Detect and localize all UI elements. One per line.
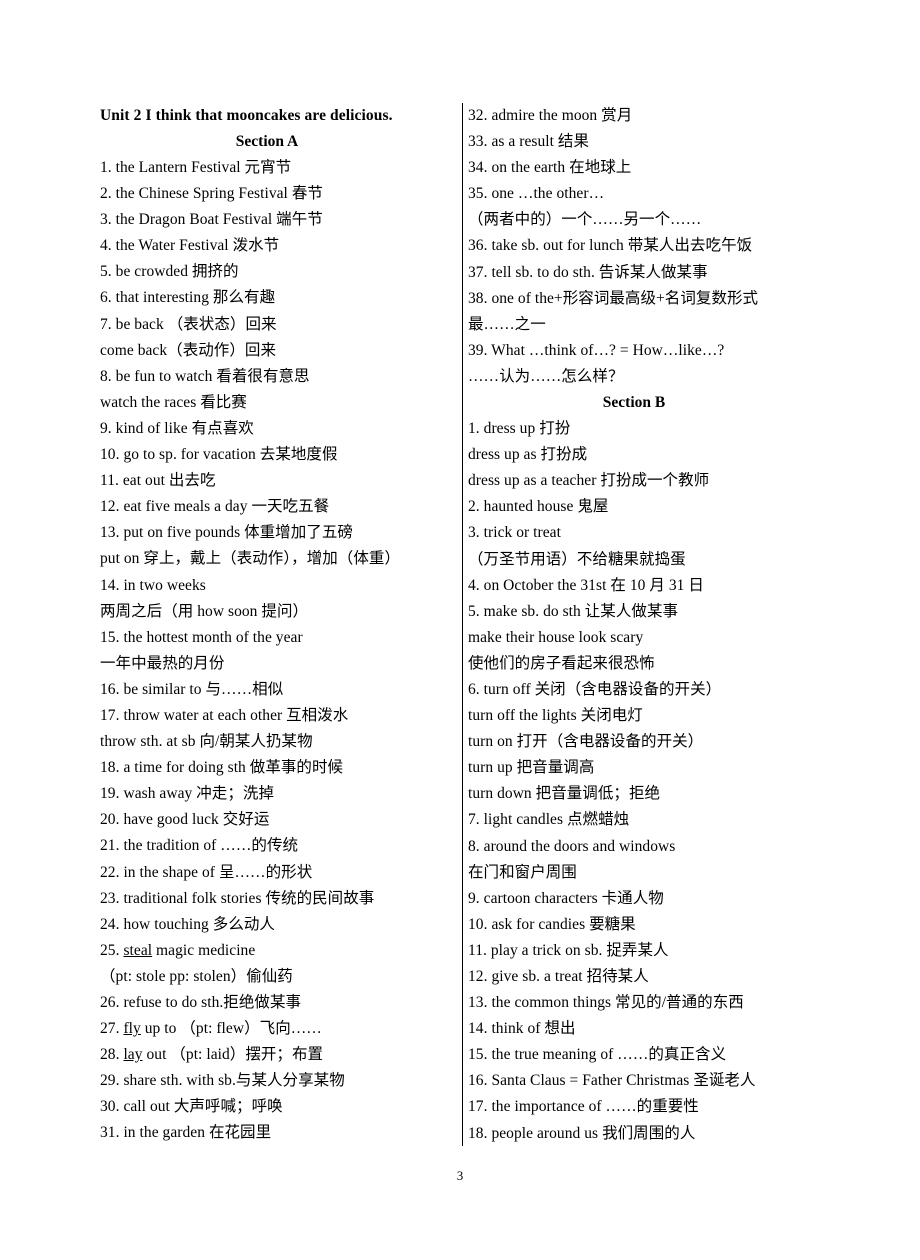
vocab-entry: 32. admire the moon 赏月 (468, 107, 633, 124)
vocab-entry: 28. lay out （pt: laid）摆开；布置 (100, 1046, 324, 1064)
vocab-entry: 1. the Lantern Festival 元宵节 (100, 159, 292, 176)
vocab-entry: 5. be crowded 拥挤的 (100, 263, 239, 281)
vocab-entry: （pt: stole pp: stolen）偷仙药 (100, 967, 293, 985)
vocab-entry: 15. the true meaning of ……的真正含义 (468, 1046, 727, 1064)
vocab-entry: watch the races 看比赛 (100, 393, 247, 411)
vocab-entry: （万圣节用语）不给糖果就捣蛋 (468, 550, 686, 568)
vocab-entry: dress up as 打扮成 (468, 446, 588, 464)
unit-title: Unit 2 I think that mooncakes are delici… (100, 107, 393, 124)
vocab-entry: ……认为……怎么样？ (468, 367, 624, 385)
vocab-entry: 18. people around us 我们周围的人 (468, 1124, 696, 1142)
vocab-entry: turn on 打开（含电器设备的开关） (468, 733, 704, 751)
vocab-entry: 16. Santa Claus = Father Christmas 圣诞老人 (468, 1072, 756, 1090)
vocab-entry: 4. the Water Festival 泼水节 (100, 237, 280, 255)
vocab-entry: 22. in the shape of 呈……的形状 (100, 863, 313, 881)
vocab-entry: 11. play a trick on sb. 捉弄某人 (468, 941, 669, 959)
vocab-entry: 7. light candles 点燃蜡烛 (468, 811, 630, 829)
vocab-entry: 10. ask for candies 要糖果 (468, 915, 636, 933)
vocab-entry: 两周之后（用 how soon 提问） (100, 602, 309, 620)
vocab-entry: 5. make sb. do sth 让某人做某事 (468, 602, 679, 620)
vocab-entry: 14. think of 想出 (468, 1020, 576, 1038)
vocab-entry: 8. be fun to watch 看着很有意思 (100, 367, 310, 385)
vocab-entry: 7. be back （表状态）回来 (100, 315, 277, 333)
vocab-entry: 36. take sb. out for lunch 带某人出去吃午饭 (468, 237, 753, 255)
vocab-entry: 2. the Chinese Spring Festival 春节 (100, 185, 323, 203)
vocab-entry: 最……之一 (468, 315, 546, 333)
vocab-entry: 3. the Dragon Boat Festival 端午节 (100, 211, 323, 229)
underlined-headword: lay (123, 1046, 143, 1064)
underlined-headword: steal (123, 941, 153, 959)
vocab-entry: 9. kind of like 有点喜欢 (100, 419, 254, 437)
vocab-entry: （两者中的）一个……另一个…… (468, 211, 702, 229)
vocab-entry: 34. on the earth 在地球上 (468, 159, 632, 177)
vocab-entry: 16. be similar to 与……相似 (100, 680, 284, 698)
vocab-entry: 17. throw water at each other 互相泼水 (100, 706, 349, 724)
vocab-entry: 33. as a result 结果 (468, 133, 590, 151)
vocab-entry: 26. refuse to do sth.拒绝做某事 (100, 994, 302, 1011)
vocab-entry: 25. steal magic medicine (100, 941, 256, 959)
vocab-entry: 11. eat out 出去吃 (100, 472, 216, 490)
vocab-entry: 24. how touching 多么动人 (100, 915, 275, 933)
section-b-heading: Section B (602, 394, 666, 412)
underlined-headword: fly (123, 1020, 141, 1038)
vocab-entry: 30. call out 大声呼喊；呼唤 (100, 1098, 283, 1116)
vocab-entry: 39. What …think of…? = How…like…? (468, 341, 725, 359)
vocab-entry: 12. eat five meals a day 一天吃五餐 (100, 498, 330, 516)
vocab-entry: throw sth. at sb 向/朝某人扔某物 (100, 733, 313, 751)
document-page: Unit 2 I think that mooncakes are delici… (0, 0, 920, 1260)
vocab-entry: 13. put on five pounds 体重增加了五磅 (100, 524, 353, 542)
vocab-entry: 23. traditional folk stories 传统的民间故事 (100, 889, 375, 907)
vocab-entry: 27. fly up to （pt: flew）飞向…… (100, 1020, 322, 1038)
vocab-entry: 18. a time for doing sth 做革事的时候 (100, 759, 344, 777)
vocab-entry: 13. the common things 常见的/普通的东西 (468, 994, 744, 1012)
vocab-entry: make their house look scary (468, 628, 644, 646)
vocab-entry: 38. one of the+形容词最高级+名词复数形式 (468, 289, 759, 307)
vocab-entry: 17. the importance of ……的重要性 (468, 1098, 699, 1116)
vocab-entry: 37. tell sb. to do sth. 告诉某人做某事 (468, 263, 708, 281)
vocab-entry: 8. around the doors and windows (468, 837, 676, 855)
vocab-entry: 20. have good luck 交好运 (100, 811, 270, 829)
vocab-entry: 10. go to sp. for vacation 去某地度假 (100, 446, 338, 464)
vocab-entry: turn up 把音量调高 (468, 759, 595, 777)
vocab-entry: 12. give sb. a treat 招待某人 (468, 968, 649, 985)
vocab-entry: 29. share sth. with sb.与某人分享某物 (100, 1072, 345, 1090)
vocab-entry: 3. trick or treat (468, 524, 561, 542)
vocab-entry: 6. turn off 关闭（含电器设备的开关） (468, 680, 722, 698)
page-number: 3 (456, 1168, 464, 1183)
vocab-entry: 9. cartoon characters 卡通人物 (468, 889, 664, 907)
vocab-entry: 19. wash away 冲走；洗掉 (100, 785, 275, 803)
vocab-entry: 1. dress up 打扮 (468, 420, 571, 438)
vocab-entry: 14. in two weeks (100, 576, 206, 594)
vocab-entry: 2. haunted house 鬼屋 (468, 498, 609, 516)
left-column: Unit 2 I think that mooncakes are delici… (100, 103, 450, 1147)
section-a-heading: Section A (235, 133, 299, 150)
vocab-entry: 31. in the garden 在花园里 (100, 1124, 272, 1142)
vocab-entry: 4. on October the 31st 在 10 月 31 日 (468, 576, 704, 594)
vocab-entry: 15. the hottest month of the year (100, 628, 303, 646)
two-column-layout: Unit 2 I think that mooncakes are delici… (100, 103, 840, 1147)
vocab-entry: 21. the tradition of ……的传统 (100, 837, 299, 855)
vocab-entry: come back（表动作）回来 (100, 341, 277, 359)
vocab-entry: 在门和窗户周围 (468, 863, 577, 881)
right-column: 32. admire the moon 赏月 33. as a result 结… (450, 103, 800, 1147)
vocab-entry: turn down 把音量调低；拒绝 (468, 785, 661, 803)
vocab-entry: 6. that interesting 那么有趣 (100, 289, 276, 307)
vocab-entry: put on 穿上，戴上（表动作），增加（体重） (100, 550, 401, 568)
vocab-entry: dress up as a teacher 打扮成一个教师 (468, 472, 710, 490)
vocab-entry: turn off the lights 关闭电灯 (468, 707, 643, 725)
vocab-entry: 使他们的房子看起来很恐怖 (468, 654, 655, 672)
vocab-entry: 一年中最热的月份 (100, 654, 225, 672)
vocab-entry: 35. one …the other… (468, 185, 605, 203)
